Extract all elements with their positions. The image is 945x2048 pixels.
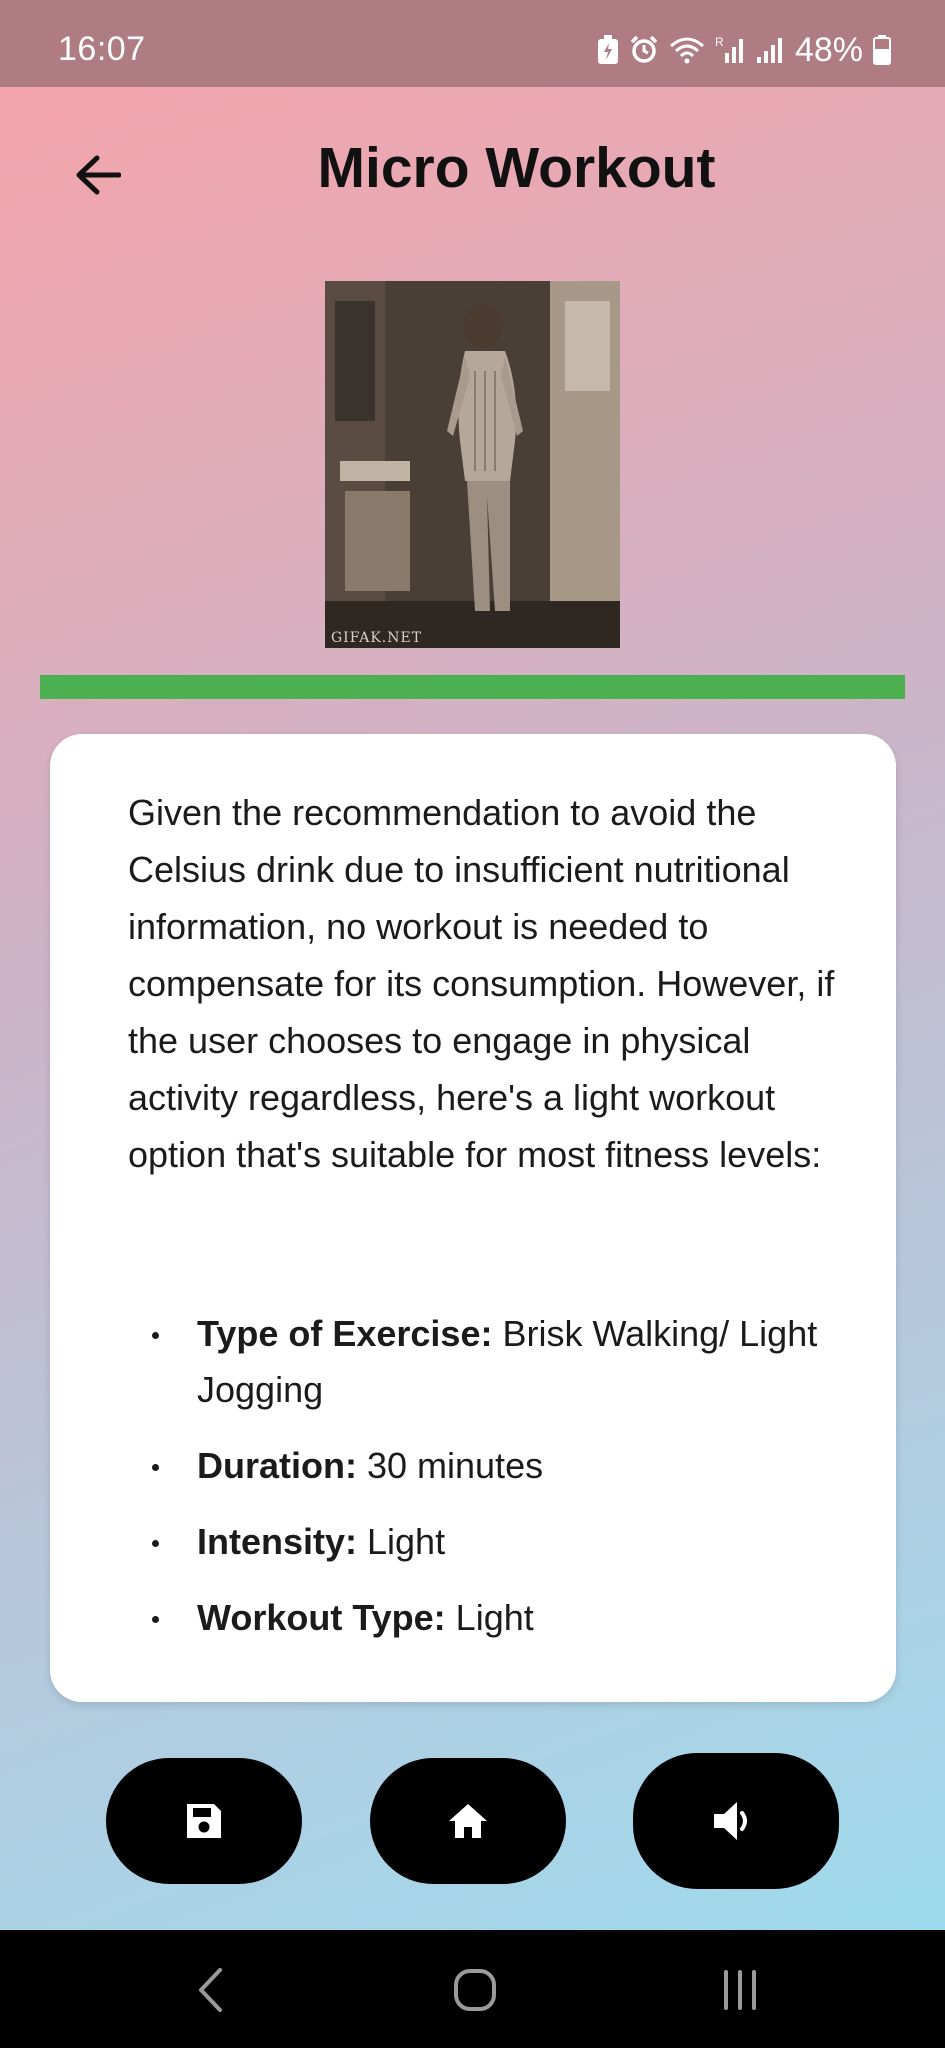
home-button[interactable] xyxy=(370,1758,566,1884)
workout-progress-bar xyxy=(40,675,905,699)
list-item: Type of Exercise: Brisk Walking/ Light J… xyxy=(128,1306,848,1418)
save-icon xyxy=(187,1804,221,1838)
detail-label: Duration: xyxy=(197,1445,357,1486)
status-icons: R 48% xyxy=(597,30,891,70)
volume-icon xyxy=(714,1802,747,1840)
nav-home-button[interactable] xyxy=(440,1958,510,2022)
signal-r-icon: R xyxy=(715,35,745,65)
status-time: 16:07 xyxy=(58,30,146,68)
battery-icon xyxy=(873,35,891,65)
list-item: Duration: 30 minutes xyxy=(128,1438,848,1494)
signal-icon xyxy=(755,35,785,65)
nav-recents-button[interactable] xyxy=(705,1958,775,2022)
read-aloud-button[interactable] xyxy=(633,1753,839,1889)
home-icon xyxy=(449,1804,487,1838)
recommendation-text: Given the recommendation to avoid the Ce… xyxy=(128,792,835,1175)
workout-figure-illustration xyxy=(325,281,620,648)
nav-home-icon xyxy=(454,1969,496,2011)
nav-back-button[interactable] xyxy=(176,1958,246,2022)
wifi-icon xyxy=(669,36,705,64)
detail-label: Type of Exercise: xyxy=(197,1313,493,1354)
workout-description-card: Given the recommendation to avoid the Ce… xyxy=(50,734,896,1702)
page-title: Micro Workout xyxy=(317,136,716,200)
nav-recents-icon xyxy=(724,1970,756,2010)
detail-value: 30 minutes xyxy=(356,1445,544,1486)
detail-label: Intensity: xyxy=(197,1521,358,1562)
detail-value: Light xyxy=(357,1521,446,1562)
list-item: Intensity: Light xyxy=(128,1514,848,1570)
app-header: Micro Workout xyxy=(0,87,945,257)
save-button[interactable] xyxy=(106,1758,302,1884)
battery-saver-icon xyxy=(597,35,619,65)
svg-text:R: R xyxy=(715,35,724,49)
status-bar: 16:07 R 48% xyxy=(0,0,945,87)
nav-back-icon xyxy=(199,1968,222,2012)
alarm-icon xyxy=(629,35,659,65)
detail-label: Workout Type: xyxy=(197,1597,446,1638)
workout-details-list: Type of Exercise: Brisk Walking/ Light J… xyxy=(128,1306,848,1666)
progress-fill xyxy=(40,675,905,699)
system-navigation-bar xyxy=(0,1930,945,2048)
battery-percent: 48% xyxy=(794,30,863,69)
list-item: Workout Type: Light xyxy=(128,1590,848,1646)
workout-animation-image: GIFAK.NET xyxy=(325,281,620,648)
gif-watermark: GIFAK.NET xyxy=(331,630,423,646)
detail-value: Light xyxy=(445,1597,534,1638)
